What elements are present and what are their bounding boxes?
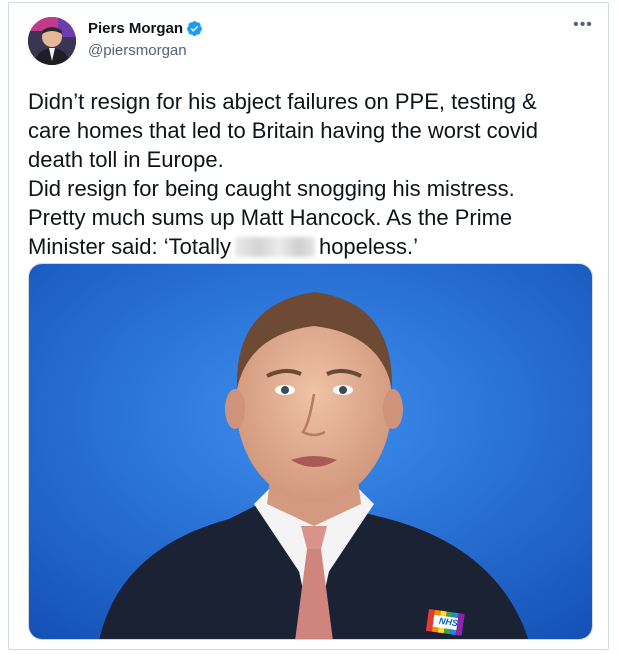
tweet-photo[interactable]: NHS — [28, 263, 593, 640]
tweet-line-last: Minister said: ‘Totally hopeless.’ — [28, 232, 593, 261]
tweet-text: Didn’t resign for his abject failures on… — [28, 87, 593, 261]
more-options-icon[interactable]: ••• — [570, 17, 596, 37]
censored-word-blur — [234, 237, 315, 257]
author-handle[interactable]: @piersmorgan — [88, 42, 187, 59]
tweet-line-part: Minister said: ‘Totally — [28, 234, 231, 259]
tweet-line: death toll in Europe. — [28, 147, 224, 172]
verified-badge-icon — [187, 21, 202, 36]
tweet-line: Pretty much sums up Matt Hancock. As the… — [28, 205, 513, 230]
tweet-line: care homes that led to Britain having th… — [28, 118, 538, 143]
tweet-line-part: hopeless.’ — [318, 234, 419, 259]
author-avatar[interactable] — [28, 17, 76, 65]
photo-illustration — [29, 264, 592, 639]
author-name[interactable]: Piers Morgan — [88, 20, 183, 37]
tweet-line: Did resign for being caught snogging his… — [28, 176, 515, 201]
tweet-line: Didn’t resign for his abject failures on… — [28, 89, 537, 114]
tweet-card: Piers Morgan @piersmorgan ••• Didn’t res… — [8, 2, 609, 650]
